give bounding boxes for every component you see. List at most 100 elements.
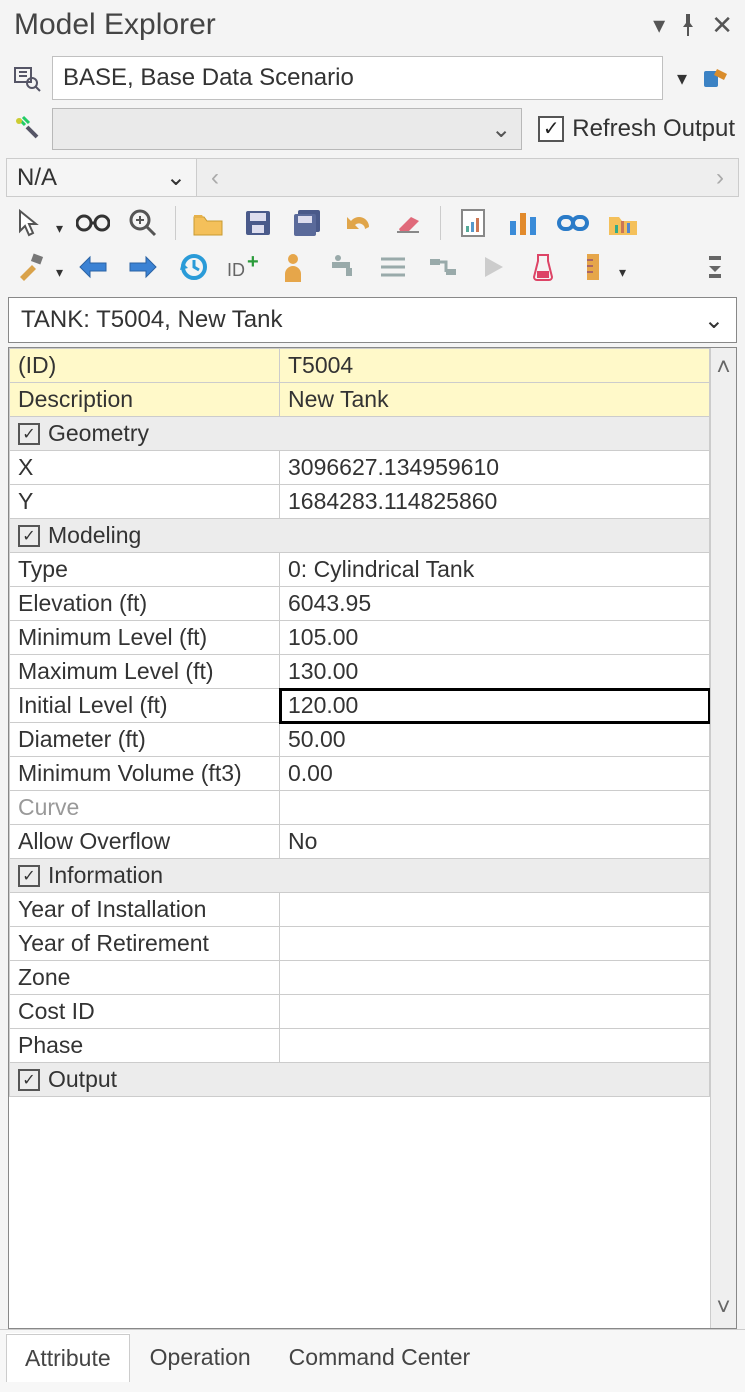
folder-chart-icon[interactable] [603, 203, 643, 243]
refresh-output-toggle[interactable]: ✓ Refresh Output [530, 115, 735, 143]
arrow-right-icon[interactable] [123, 247, 163, 287]
nav-next-icon[interactable]: › [716, 164, 724, 192]
row-allow-overflow[interactable]: Allow Overflow No [10, 825, 710, 859]
eraser-icon[interactable] [388, 203, 428, 243]
row-description[interactable]: Description New Tank [10, 383, 710, 417]
section-information[interactable]: ✓Information [10, 859, 710, 893]
toolbar-secondary: ▾ ID+ ▾ [0, 245, 745, 293]
window-title: Model Explorer [14, 8, 216, 42]
time-step-value: N/A [17, 164, 57, 192]
scrollbar[interactable]: ˄ ˅ [710, 348, 736, 1328]
row-x[interactable]: X 3096627.134959610 [10, 451, 710, 485]
ruler-icon[interactable] [573, 247, 613, 287]
section-geometry[interactable]: ✓Geometry [10, 417, 710, 451]
beaker-icon[interactable] [523, 247, 563, 287]
arrow-left-icon[interactable] [73, 247, 113, 287]
time-step-select[interactable]: N/A ⌄ [7, 159, 197, 196]
pin-icon[interactable] [679, 14, 697, 36]
zoom-icon[interactable] [123, 203, 163, 243]
scenario-select[interactable]: BASE, Base Data Scenario [52, 56, 663, 100]
refresh-output-label: Refresh Output [572, 115, 735, 143]
pointer-dropdown-icon[interactable]: ▾ [56, 220, 63, 243]
row-max-level[interactable]: Maximum Level (ft) 130.00 [10, 655, 710, 689]
tab-command-center[interactable]: Command Center [271, 1334, 489, 1382]
filter-row: ⌄ ✓ Refresh Output [0, 104, 745, 154]
wrench-icon[interactable] [10, 115, 44, 143]
bar-chart-icon[interactable] [503, 203, 543, 243]
row-y[interactable]: Y 1684283.114825860 [10, 485, 710, 519]
title-bar: Model Explorer ▾ ✕ [0, 0, 745, 52]
hammer-dropdown-icon[interactable]: ▾ [56, 264, 63, 287]
nav-prev-icon[interactable]: ‹ [211, 164, 219, 192]
time-nav-strip: N/A ⌄ ‹ › [6, 158, 739, 197]
value-description[interactable]: New Tank [280, 383, 710, 417]
value-id[interactable]: T5004 [280, 349, 710, 383]
checkbox-checked-icon: ✓ [18, 865, 40, 887]
tab-operation[interactable]: Operation [132, 1334, 269, 1382]
glasses-icon[interactable] [73, 203, 113, 243]
element-value: TANK: T5004, New Tank [21, 306, 282, 334]
overflow-icon[interactable] [695, 247, 735, 287]
flow-icon[interactable] [423, 247, 463, 287]
row-phase[interactable]: Phase [10, 1029, 710, 1063]
list-icon[interactable] [373, 247, 413, 287]
id-add-icon[interactable]: ID+ [223, 247, 263, 287]
chevron-down-icon: ⌄ [704, 306, 724, 335]
label-description: Description [10, 383, 280, 417]
find-scenario-icon[interactable] [10, 64, 44, 92]
close-icon[interactable]: ✕ [711, 10, 733, 41]
row-type[interactable]: Type 0: Cylindrical Tank [10, 553, 710, 587]
scroll-up-icon[interactable]: ˄ [716, 354, 730, 382]
report-icon[interactable] [453, 203, 493, 243]
row-year-retire[interactable]: Year of Retirement [10, 927, 710, 961]
bottom-tabs: Attribute Operation Command Center [0, 1329, 745, 1392]
chevron-down-icon: ⌄ [491, 115, 511, 144]
separator [440, 206, 441, 240]
link-icon[interactable] [553, 203, 593, 243]
scenario-dropdown-arrow-icon[interactable]: ▾ [671, 66, 693, 91]
checkbox-checked-icon: ✓ [18, 1069, 40, 1091]
row-diameter[interactable]: Diameter (ft) 50.00 [10, 723, 710, 757]
row-min-level[interactable]: Minimum Level (ft) 105.00 [10, 621, 710, 655]
chevron-down-icon: ⌄ [166, 163, 186, 192]
save-icon[interactable] [238, 203, 278, 243]
history-icon[interactable] [173, 247, 213, 287]
scenario-value: BASE, Base Data Scenario [63, 64, 354, 92]
person-icon[interactable] [273, 247, 313, 287]
undo-icon[interactable] [338, 203, 378, 243]
svg-text:+: + [247, 254, 259, 273]
faucet-icon[interactable] [323, 247, 363, 287]
row-cost-id[interactable]: Cost ID [10, 995, 710, 1029]
scroll-down-icon[interactable]: ˅ [716, 1294, 730, 1322]
save-all-icon[interactable] [288, 203, 328, 243]
tab-attribute[interactable]: Attribute [6, 1334, 130, 1382]
row-zone[interactable]: Zone [10, 961, 710, 995]
row-curve[interactable]: Curve [10, 791, 710, 825]
element-select[interactable]: TANK: T5004, New Tank ⌄ [8, 297, 737, 343]
row-elevation[interactable]: Elevation (ft) 6043.95 [10, 587, 710, 621]
property-grid: (ID) T5004 Description New Tank ✓Geometr… [8, 347, 737, 1329]
checkbox-checked-icon: ✓ [18, 423, 40, 445]
checkbox-checked-icon: ✓ [18, 525, 40, 547]
play-icon[interactable] [473, 247, 513, 287]
label-id: (ID) [10, 349, 280, 383]
folder-open-icon[interactable] [188, 203, 228, 243]
window-controls: ▾ ✕ [653, 10, 733, 41]
scenario-row: BASE, Base Data Scenario ▾ [0, 52, 745, 104]
separator [175, 206, 176, 240]
row-id[interactable]: (ID) T5004 [10, 349, 710, 383]
row-min-volume[interactable]: Minimum Volume (ft3) 0.00 [10, 757, 710, 791]
row-initial-level[interactable]: Initial Level (ft) 120.00 [10, 689, 710, 723]
ruler-dropdown-icon[interactable]: ▾ [619, 264, 626, 287]
checkbox-checked-icon: ✓ [538, 116, 564, 142]
pointer-icon[interactable] [10, 203, 50, 243]
section-modeling[interactable]: ✓Modeling [10, 519, 710, 553]
svg-text:ID: ID [227, 260, 245, 280]
toolbar-primary: ▾ [0, 197, 745, 245]
filter-select[interactable]: ⌄ [52, 108, 522, 150]
section-output[interactable]: ✓Output [10, 1063, 710, 1097]
row-year-install[interactable]: Year of Installation [10, 893, 710, 927]
dropdown-icon[interactable]: ▾ [653, 11, 665, 40]
edit-scenario-icon[interactable] [701, 63, 735, 93]
hammer-icon[interactable] [10, 247, 50, 287]
